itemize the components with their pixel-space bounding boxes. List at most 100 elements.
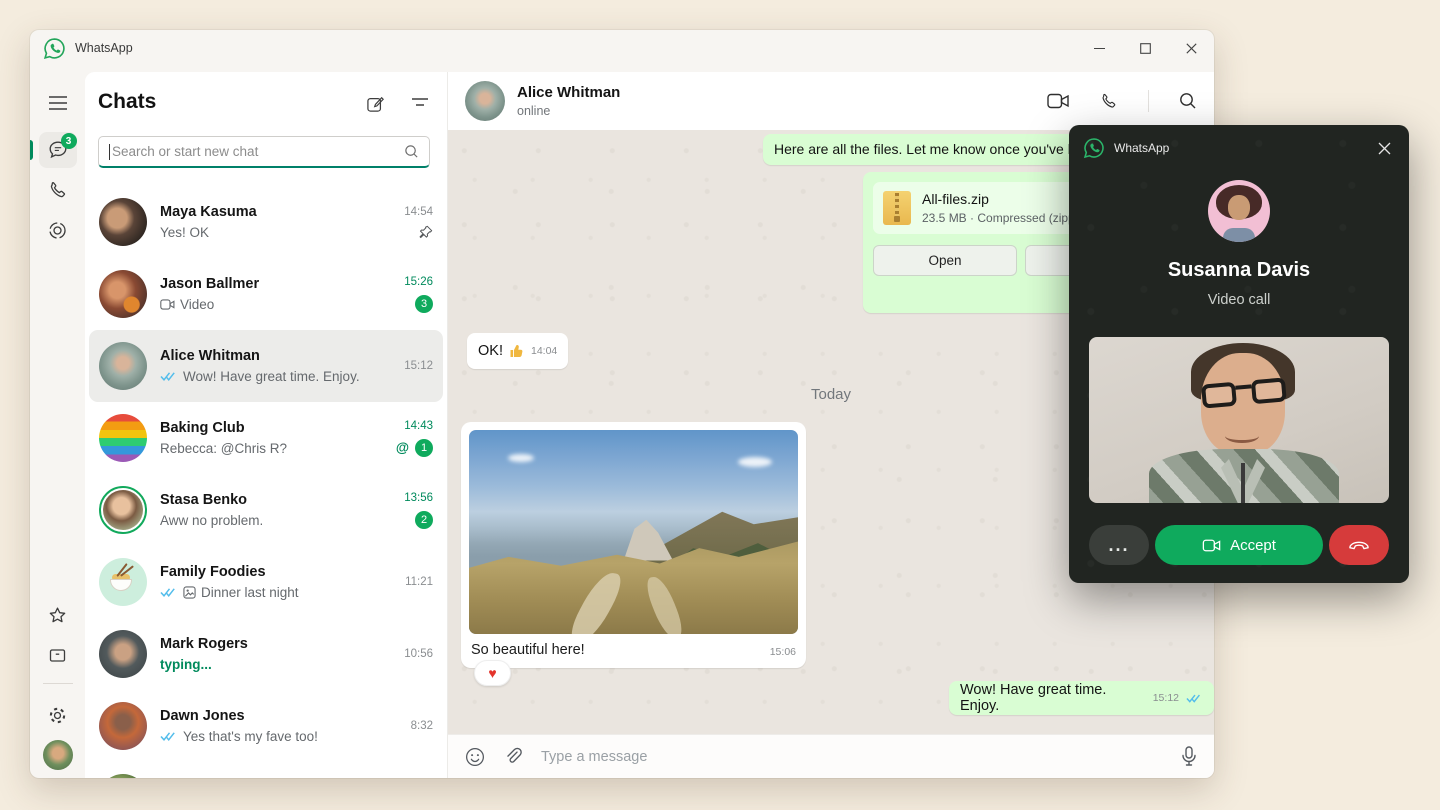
message-incoming-ok[interactable]: OK! 14:04	[467, 333, 568, 369]
chats-icon: 3	[47, 139, 69, 161]
chat-time: 8:32	[411, 720, 433, 732]
filter-chats-button[interactable]	[411, 94, 429, 114]
hamburger-icon	[48, 95, 68, 111]
chat-list-item-alice[interactable]: Alice Whitman Wow! Have great time. Enjo…	[89, 330, 443, 402]
maximize-button[interactable]	[1122, 30, 1168, 66]
read-ticks-icon	[160, 587, 178, 598]
read-ticks-icon	[160, 371, 178, 382]
window-controls	[1076, 30, 1214, 66]
chat-list-item-dawn[interactable]: Dawn Jones Yes that's my fave too! 8:32	[89, 690, 443, 762]
chat-time: 11:21	[405, 576, 433, 588]
voice-call-button[interactable]	[1099, 92, 1118, 111]
chat-list-item-ziggy[interactable]: Ziggy Woodley 8:12	[89, 762, 443, 778]
sidebar-item-starred[interactable]	[30, 595, 85, 635]
file-meta: 23.5 MB · Compressed (zipp	[922, 211, 1075, 225]
status-ring	[99, 486, 147, 534]
sidebar-item-status[interactable]	[30, 210, 85, 250]
pin-icon	[419, 225, 433, 239]
accept-call-button[interactable]: Accept	[1155, 525, 1323, 565]
avatar	[99, 774, 147, 778]
chat-list-item-family-foodies[interactable]: Family Foodies Dinner last night 11:21	[89, 546, 443, 618]
file-name: All-files.zip	[922, 191, 1075, 207]
read-ticks-icon	[1186, 693, 1203, 704]
video-call-button[interactable]	[1047, 93, 1069, 109]
video-icon	[1202, 539, 1221, 552]
sidebar-item-chats[interactable]: 3	[30, 130, 85, 170]
titlebar: WhatsApp	[30, 30, 1214, 66]
star-icon	[47, 605, 68, 626]
close-popup-icon[interactable]	[1371, 135, 1397, 161]
chat-rows: Maya Kasuma Yes! OK 14:54 Jason Ballmer	[85, 182, 447, 778]
contact-avatar	[465, 81, 505, 121]
message-text: Here are all the files. Let me know once…	[774, 141, 1083, 157]
call-more-options-button[interactable]: ...	[1089, 525, 1149, 565]
search-input[interactable]	[112, 144, 404, 159]
chat-time: 10:56	[404, 648, 433, 660]
attach-icon[interactable]	[504, 747, 522, 767]
incoming-call-popup: WhatsApp Susanna Davis Video call ... A	[1069, 125, 1409, 583]
chats-unread-badge: 3	[61, 133, 77, 149]
search-icon	[404, 144, 419, 159]
search-in-chat-button[interactable]	[1179, 92, 1197, 110]
avatar	[99, 630, 147, 678]
chat-name: Stasa Benko	[160, 492, 396, 508]
chat-name: Baking Club	[160, 420, 388, 436]
chat-time: 14:43	[404, 420, 433, 432]
chat-list-item-stasa[interactable]: Stasa Benko Aww no problem. 13:56 2	[89, 474, 443, 546]
chat-time: 13:56	[404, 492, 433, 504]
message-time: 14:04	[531, 345, 557, 357]
read-ticks-icon	[160, 731, 178, 742]
self-video-preview	[1089, 337, 1389, 503]
sidebar-item-settings[interactable]	[30, 695, 85, 735]
sidebar-item-archived[interactable]	[30, 635, 85, 675]
open-file-button[interactable]: Open	[873, 245, 1017, 276]
chat-preview: Wow! Have great time. Enjoy.	[183, 369, 360, 384]
new-chat-button[interactable]	[365, 94, 385, 114]
sidebar-item-calls[interactable]	[30, 170, 85, 210]
unread-badge: 1	[415, 439, 433, 457]
emoji-icon[interactable]	[465, 747, 485, 767]
mic-icon[interactable]	[1181, 746, 1197, 767]
minimize-button[interactable]	[1076, 30, 1122, 66]
chat-preview: Video	[180, 297, 214, 312]
mention-icon: @	[396, 440, 409, 455]
message-incoming-photo[interactable]: So beautiful here! 15:06	[461, 422, 806, 668]
chat-preview: Aww no problem.	[160, 513, 263, 528]
chat-list-item-jason[interactable]: Jason Ballmer Video 15:26 3	[89, 258, 443, 330]
photo-icon	[183, 586, 196, 599]
rail-divider	[43, 683, 73, 684]
conversation-header[interactable]: Alice Whitman online	[448, 72, 1214, 130]
message-outgoing-files[interactable]: Here are all the files. Let me know once…	[763, 134, 1115, 165]
photo-caption: So beautiful here!	[471, 642, 585, 658]
heart-reaction[interactable]: ♥	[474, 660, 511, 686]
video-icon	[160, 299, 175, 310]
text-caret	[109, 144, 110, 160]
zip-file-icon	[883, 191, 911, 225]
message-input[interactable]	[541, 749, 1162, 765]
whatsapp-logo-icon	[1083, 137, 1105, 159]
avatar	[99, 558, 147, 606]
mountain-photo[interactable]	[469, 430, 798, 634]
desktop: WhatsApp 3	[0, 0, 1440, 810]
avatar	[99, 198, 147, 246]
typing-indicator: typing...	[160, 657, 212, 672]
contact-status: online	[517, 104, 620, 118]
chat-preview: Yes! OK	[160, 225, 209, 240]
search-box[interactable]	[98, 136, 430, 168]
menu-button[interactable]	[30, 83, 85, 123]
avatar	[99, 342, 147, 390]
chat-time: 15:12	[404, 360, 433, 372]
sidebar-item-profile[interactable]	[30, 735, 85, 775]
message-outgoing-wow[interactable]: Wow! Have great time. Enjoy. 15:12	[949, 681, 1214, 715]
chat-list-item-baking-club[interactable]: Baking Club Rebecca: @Chris R? 14:43 @ 1	[89, 402, 443, 474]
call-type-label: Video call	[1069, 292, 1409, 308]
avatar	[99, 270, 147, 318]
chat-list-item-maya[interactable]: Maya Kasuma Yes! OK 14:54	[89, 186, 443, 258]
unread-badge: 2	[415, 511, 433, 529]
avatar	[99, 702, 147, 750]
chat-list-panel: Chats Maya Kasuma Yes! OK	[85, 72, 447, 778]
chat-name: Maya Kasuma	[160, 204, 396, 220]
close-button[interactable]	[1168, 30, 1214, 66]
decline-call-button[interactable]	[1329, 525, 1389, 565]
chat-list-item-mark[interactable]: Mark Rogers typing... 10:56	[89, 618, 443, 690]
